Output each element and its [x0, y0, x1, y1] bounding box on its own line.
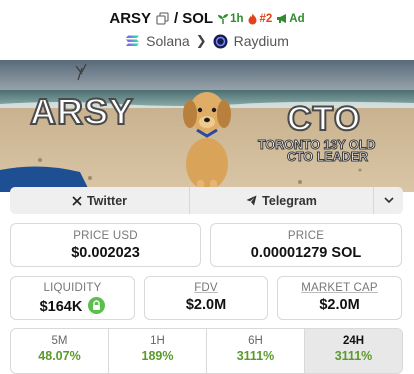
ad-badge[interactable]: Ad	[276, 12, 305, 25]
pair-header: ARSY / SOL 1h #2 Ad Solana ❯ Raydium	[0, 0, 414, 58]
chevron-down-icon	[383, 197, 394, 204]
x-logo-icon	[72, 195, 82, 206]
fire-icon	[248, 13, 257, 24]
timeframe-change: 3111%	[334, 349, 373, 363]
fdv-label[interactable]: FDV	[145, 282, 267, 294]
price-usd-label: PRICE USD	[73, 230, 138, 242]
twitter-link-button[interactable]: Twitter	[10, 187, 189, 214]
timeframe-label: 24H	[342, 335, 365, 347]
social-links-bar: Twitter Telegram	[10, 187, 403, 214]
svg-text:CTO LEADER: CTO LEADER	[287, 150, 368, 164]
price-usd-card: PRICE USD $0.002023	[10, 223, 201, 267]
timeframe-tab-6h[interactable]: 6H 3111%	[206, 329, 304, 373]
ad-text: Ad	[289, 12, 305, 25]
quote-token-symbol: SOL	[182, 10, 214, 27]
liquidity-label: LIQUIDITY	[43, 282, 102, 294]
timeframe-change: 3111%	[236, 349, 275, 363]
pair-age-badge: 1h	[217, 13, 243, 25]
trending-rank-badge: #2	[247, 13, 272, 25]
megaphone-icon	[277, 14, 287, 23]
market-cap-label[interactable]: MARKET CAP	[278, 282, 401, 294]
breadcrumb: Solana ❯ Raydium	[0, 33, 414, 49]
liquidity-value: $164K	[39, 299, 83, 315]
svg-text:CTO: CTO	[287, 100, 361, 138]
pair-title-row: ARSY / SOL 1h #2 Ad	[0, 10, 414, 27]
pair-separator: /	[174, 10, 179, 27]
telegram-link-label: Telegram	[262, 193, 317, 208]
fdv-card: FDV $2.0M	[144, 276, 268, 320]
breadcrumb-dex[interactable]: Raydium	[234, 33, 289, 49]
timeframe-label: 1H	[150, 335, 165, 347]
liquidity-card: LIQUIDITY $164K	[10, 276, 135, 320]
more-links-button[interactable]	[373, 187, 403, 214]
pair-age-text: 1h	[230, 12, 244, 25]
fdv-value: $2.0M	[185, 297, 227, 313]
price-native-card: PRICE 0.00001279 SOL	[210, 223, 402, 267]
price-usd-value: $0.002023	[71, 245, 140, 261]
timeframe-label: 6H	[248, 335, 263, 347]
breadcrumb-chain[interactable]: Solana	[146, 33, 190, 49]
timeframe-tab-5m[interactable]: 5M 48.07%	[11, 329, 108, 373]
banner-left-text: ARSY	[29, 90, 134, 133]
price-change-timeframes: 5M 48.07% 1H 189% 6H 3111% 24H 3111%	[10, 328, 403, 374]
timeframe-change: 189%	[141, 349, 174, 363]
seedling-icon	[218, 13, 229, 24]
telegram-link-button[interactable]: Telegram	[189, 187, 373, 214]
timeframe-label: 5M	[51, 335, 68, 347]
raydium-icon	[213, 34, 228, 48]
solana-icon	[126, 35, 140, 46]
market-cap-card: MARKET CAP $2.0M	[277, 276, 402, 320]
copy-icon[interactable]	[156, 12, 169, 25]
chevron-right-icon: ❯	[195, 33, 207, 48]
telegram-icon	[246, 195, 257, 206]
svg-text:ARSY: ARSY	[30, 91, 134, 132]
token-banner-image: ARSY CTO TORONTO 13Y OLD CTO LEADER	[0, 60, 414, 192]
price-native-label: PRICE	[287, 230, 325, 242]
timeframe-tab-24h[interactable]: 24H 3111%	[304, 329, 402, 373]
price-native-value: 0.00001279 SOL	[250, 245, 362, 261]
timeframe-tab-1h[interactable]: 1H 189%	[108, 329, 206, 373]
timeframe-change: 48.07%	[38, 349, 81, 363]
twitter-link-label: Twitter	[86, 193, 128, 208]
trending-rank-text: #2	[259, 12, 273, 25]
base-token-symbol: ARSY	[109, 10, 152, 27]
market-cap-value: $2.0M	[319, 297, 360, 313]
lock-icon[interactable]	[88, 297, 106, 314]
